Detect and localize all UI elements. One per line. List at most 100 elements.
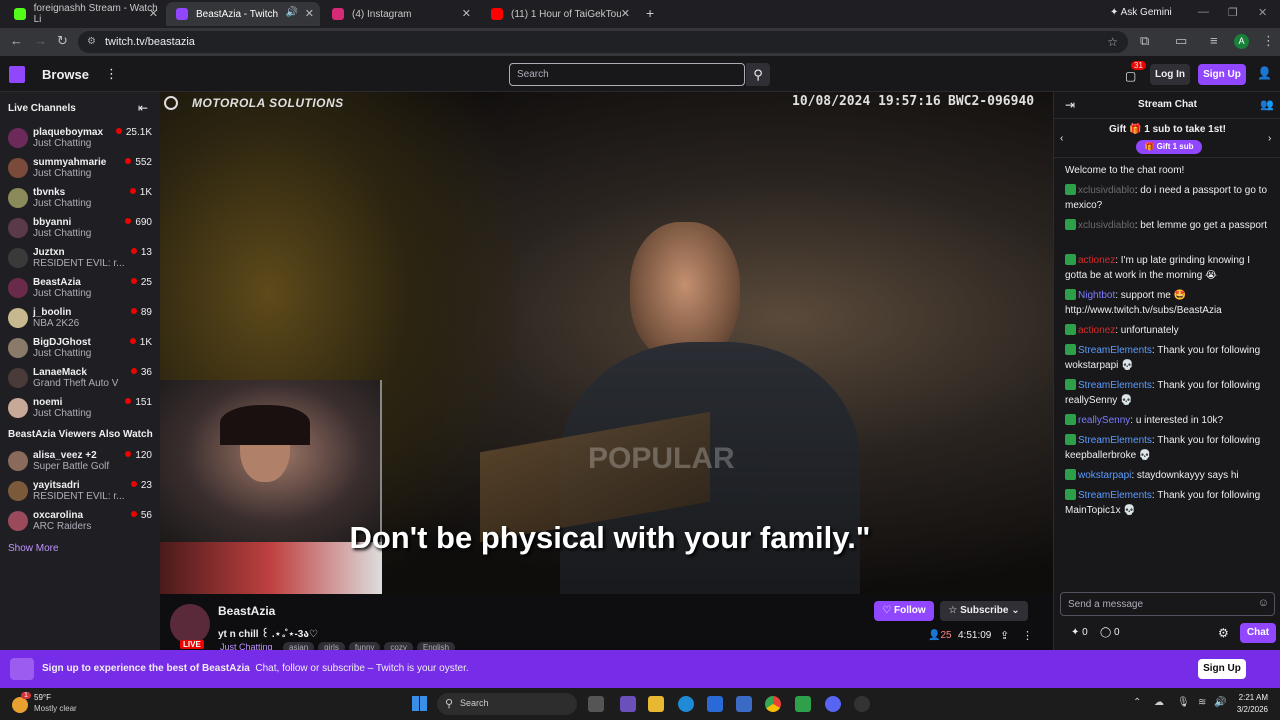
close-icon[interactable]: ✕: [305, 7, 314, 20]
gift-sub-button[interactable]: 🎁 Gift 1 sub: [1136, 140, 1202, 154]
sidebar-channel[interactable]: plaqueboymax Just Chatting 25.1K: [0, 124, 160, 154]
sidebar-channel[interactable]: Juztxn RESIDENT EVIL: r... 13: [0, 244, 160, 274]
chat-username[interactable]: xclusivdiablo: [1078, 220, 1135, 231]
notifications-icon[interactable]: ▢: [1125, 69, 1136, 83]
edge-icon[interactable]: [678, 696, 694, 712]
channel-points[interactable]: ✦ 0: [1071, 627, 1088, 638]
emote-picker-icon[interactable]: ☺: [1258, 597, 1269, 609]
chat-input[interactable]: Send a message ☺: [1060, 592, 1275, 616]
follow-button[interactable]: ♡ Follow: [874, 601, 934, 621]
chrome-icon[interactable]: [765, 696, 781, 712]
tab-twitch[interactable]: BeastAzia - Twitch 🔊 ✕: [166, 2, 320, 26]
browse-link[interactable]: Browse: [42, 67, 89, 82]
clock-time[interactable]: 2:21 AM: [1236, 693, 1268, 702]
sidebar-channel[interactable]: BigDJGhost Just Chatting 1K: [0, 334, 160, 364]
outlook-icon[interactable]: [736, 696, 752, 712]
tab-kick[interactable]: foreignashh Stream - Watch Li ✕: [4, 2, 164, 26]
new-tab-button[interactable]: +: [646, 5, 654, 21]
discord-icon[interactable]: [825, 696, 841, 712]
extensions-icon[interactable]: ⧉: [1140, 33, 1149, 49]
chat-username[interactable]: actionez: [1078, 325, 1115, 336]
chat-username[interactable]: StreamElements: [1078, 380, 1152, 391]
task-view-icon[interactable]: [588, 696, 604, 712]
sidebar-channel[interactable]: tbvnks Just Chatting 1K: [0, 184, 160, 214]
cast-icon[interactable]: ▭: [1175, 33, 1187, 49]
search-button[interactable]: ⚲: [746, 63, 770, 86]
mic-icon[interactable]: 🎙: [1177, 697, 1190, 708]
wifi-icon[interactable]: ≋: [1198, 697, 1206, 708]
reload-icon[interactable]: ↻: [57, 33, 68, 49]
chat-username[interactable]: actionez: [1078, 255, 1115, 266]
sidebar-channel[interactable]: LanaeMack Grand Theft Auto V 36: [0, 364, 160, 394]
window-close-icon[interactable]: ✕: [1258, 6, 1267, 19]
more-kebab-icon[interactable]: ⋮: [105, 66, 118, 82]
sidebar-channel[interactable]: oxcarolina ARC Raiders 56: [0, 507, 160, 537]
chat-username[interactable]: StreamElements: [1078, 345, 1152, 356]
sidebar-channel[interactable]: noemi Just Chatting 151: [0, 394, 160, 424]
back-icon[interactable]: ←: [10, 33, 23, 48]
sidebar-channel[interactable]: j_boolin NBA 2K26 89: [0, 304, 160, 334]
streamer-avatar[interactable]: [170, 604, 210, 644]
banner-signup-button[interactable]: Sign Up: [1198, 659, 1246, 679]
channel-game: NBA 2K26: [33, 318, 80, 329]
channel-avatar: [8, 368, 28, 388]
streamer-name[interactable]: BeastAzia: [218, 604, 275, 618]
maximize-icon[interactable]: ❐: [1228, 6, 1238, 19]
subscribe-button[interactable]: ☆ Subscribe ⌄: [940, 601, 1028, 621]
chat-username[interactable]: wokstarpapi: [1078, 470, 1131, 481]
chat-username[interactable]: StreamElements: [1078, 435, 1152, 446]
url-field[interactable]: ⚙ twitch.tv/beastazia ☆: [78, 31, 1128, 53]
signup-button[interactable]: Sign Up: [1198, 64, 1246, 85]
weather-icon[interactable]: [12, 697, 28, 713]
chat-settings-icon[interactable]: ⚙: [1218, 626, 1229, 640]
chat-username[interactable]: StreamElements: [1078, 490, 1152, 501]
volume-icon[interactable]: 🔊: [1214, 697, 1226, 708]
search-input[interactable]: Search: [509, 63, 745, 86]
tab-instagram[interactable]: (4) Instagram ✕: [322, 2, 477, 26]
site-info-icon[interactable]: ⚙: [87, 31, 96, 53]
chat-username[interactable]: Nightbot: [1078, 290, 1115, 301]
show-more-link[interactable]: Show More: [8, 543, 59, 554]
next-arrow-icon[interactable]: ›: [1268, 133, 1271, 144]
chat-username[interactable]: reallySenny: [1078, 415, 1130, 426]
bookmark-star-icon[interactable]: ☆: [1107, 31, 1118, 53]
store-icon[interactable]: [707, 696, 723, 712]
network-icon[interactable]: ☁: [1154, 697, 1164, 708]
chat-username[interactable]: xclusivdiablo: [1078, 185, 1135, 196]
minimize-icon[interactable]: —: [1198, 6, 1209, 18]
video-player[interactable]: MOTOROLA SOLUTIONS 10/08/2024 19:57:16 B…: [160, 92, 1053, 594]
sidebar-channel[interactable]: alisa_veez +2 Super Battle Golf 120: [0, 447, 160, 477]
steam-icon[interactable]: [854, 696, 870, 712]
close-icon[interactable]: ✕: [149, 7, 158, 20]
clock-date[interactable]: 3/2/2026: [1232, 705, 1268, 714]
forward-icon[interactable]: →: [34, 33, 47, 48]
chat-users-icon[interactable]: 👥: [1260, 98, 1274, 111]
more-options-icon[interactable]: ⋮: [1022, 629, 1033, 642]
taskbar-search[interactable]: ⚲ Search: [437, 693, 577, 715]
bits-balance[interactable]: ◯ 0: [1100, 627, 1120, 638]
viewer-count: 👤25: [928, 630, 952, 641]
close-icon[interactable]: ✕: [462, 7, 471, 20]
file-explorer-icon[interactable]: [648, 696, 664, 712]
collapse-sidebar-icon[interactable]: ⇤: [138, 101, 148, 115]
profile-avatar[interactable]: A: [1234, 34, 1249, 49]
twitch-logo-icon[interactable]: [9, 66, 25, 83]
user-icon[interactable]: 👤: [1257, 66, 1272, 80]
sidebar-channel[interactable]: yayitsadri RESIDENT EVIL: r... 23: [0, 477, 160, 507]
app-icon[interactable]: [795, 696, 811, 712]
chat-send-button[interactable]: Chat: [1240, 623, 1276, 643]
menu-kebab-icon[interactable]: ⋮: [1262, 33, 1275, 49]
windows-start-icon[interactable]: [412, 696, 427, 711]
sidebar-channel[interactable]: summyahmarie Just Chatting 552: [0, 154, 160, 184]
speaker-icon[interactable]: 🔊: [286, 7, 298, 18]
copilot-icon[interactable]: [620, 696, 636, 712]
tray-chevron-icon[interactable]: ⌃: [1133, 697, 1141, 708]
login-button[interactable]: Log In: [1150, 64, 1190, 85]
sidebar-channel[interactable]: BeastAzia Just Chatting 25: [0, 274, 160, 304]
close-icon[interactable]: ✕: [621, 7, 630, 20]
ask-gemini-button[interactable]: ✦ Ask Gemini: [1110, 7, 1172, 18]
tab-youtube[interactable]: (11) 1 Hour of TaiGekTou peac ✕: [481, 2, 636, 26]
media-icon[interactable]: ≡: [1210, 33, 1218, 48]
share-icon[interactable]: ⇪: [1000, 629, 1009, 642]
sidebar-channel[interactable]: bbyanni Just Chatting 690: [0, 214, 160, 244]
